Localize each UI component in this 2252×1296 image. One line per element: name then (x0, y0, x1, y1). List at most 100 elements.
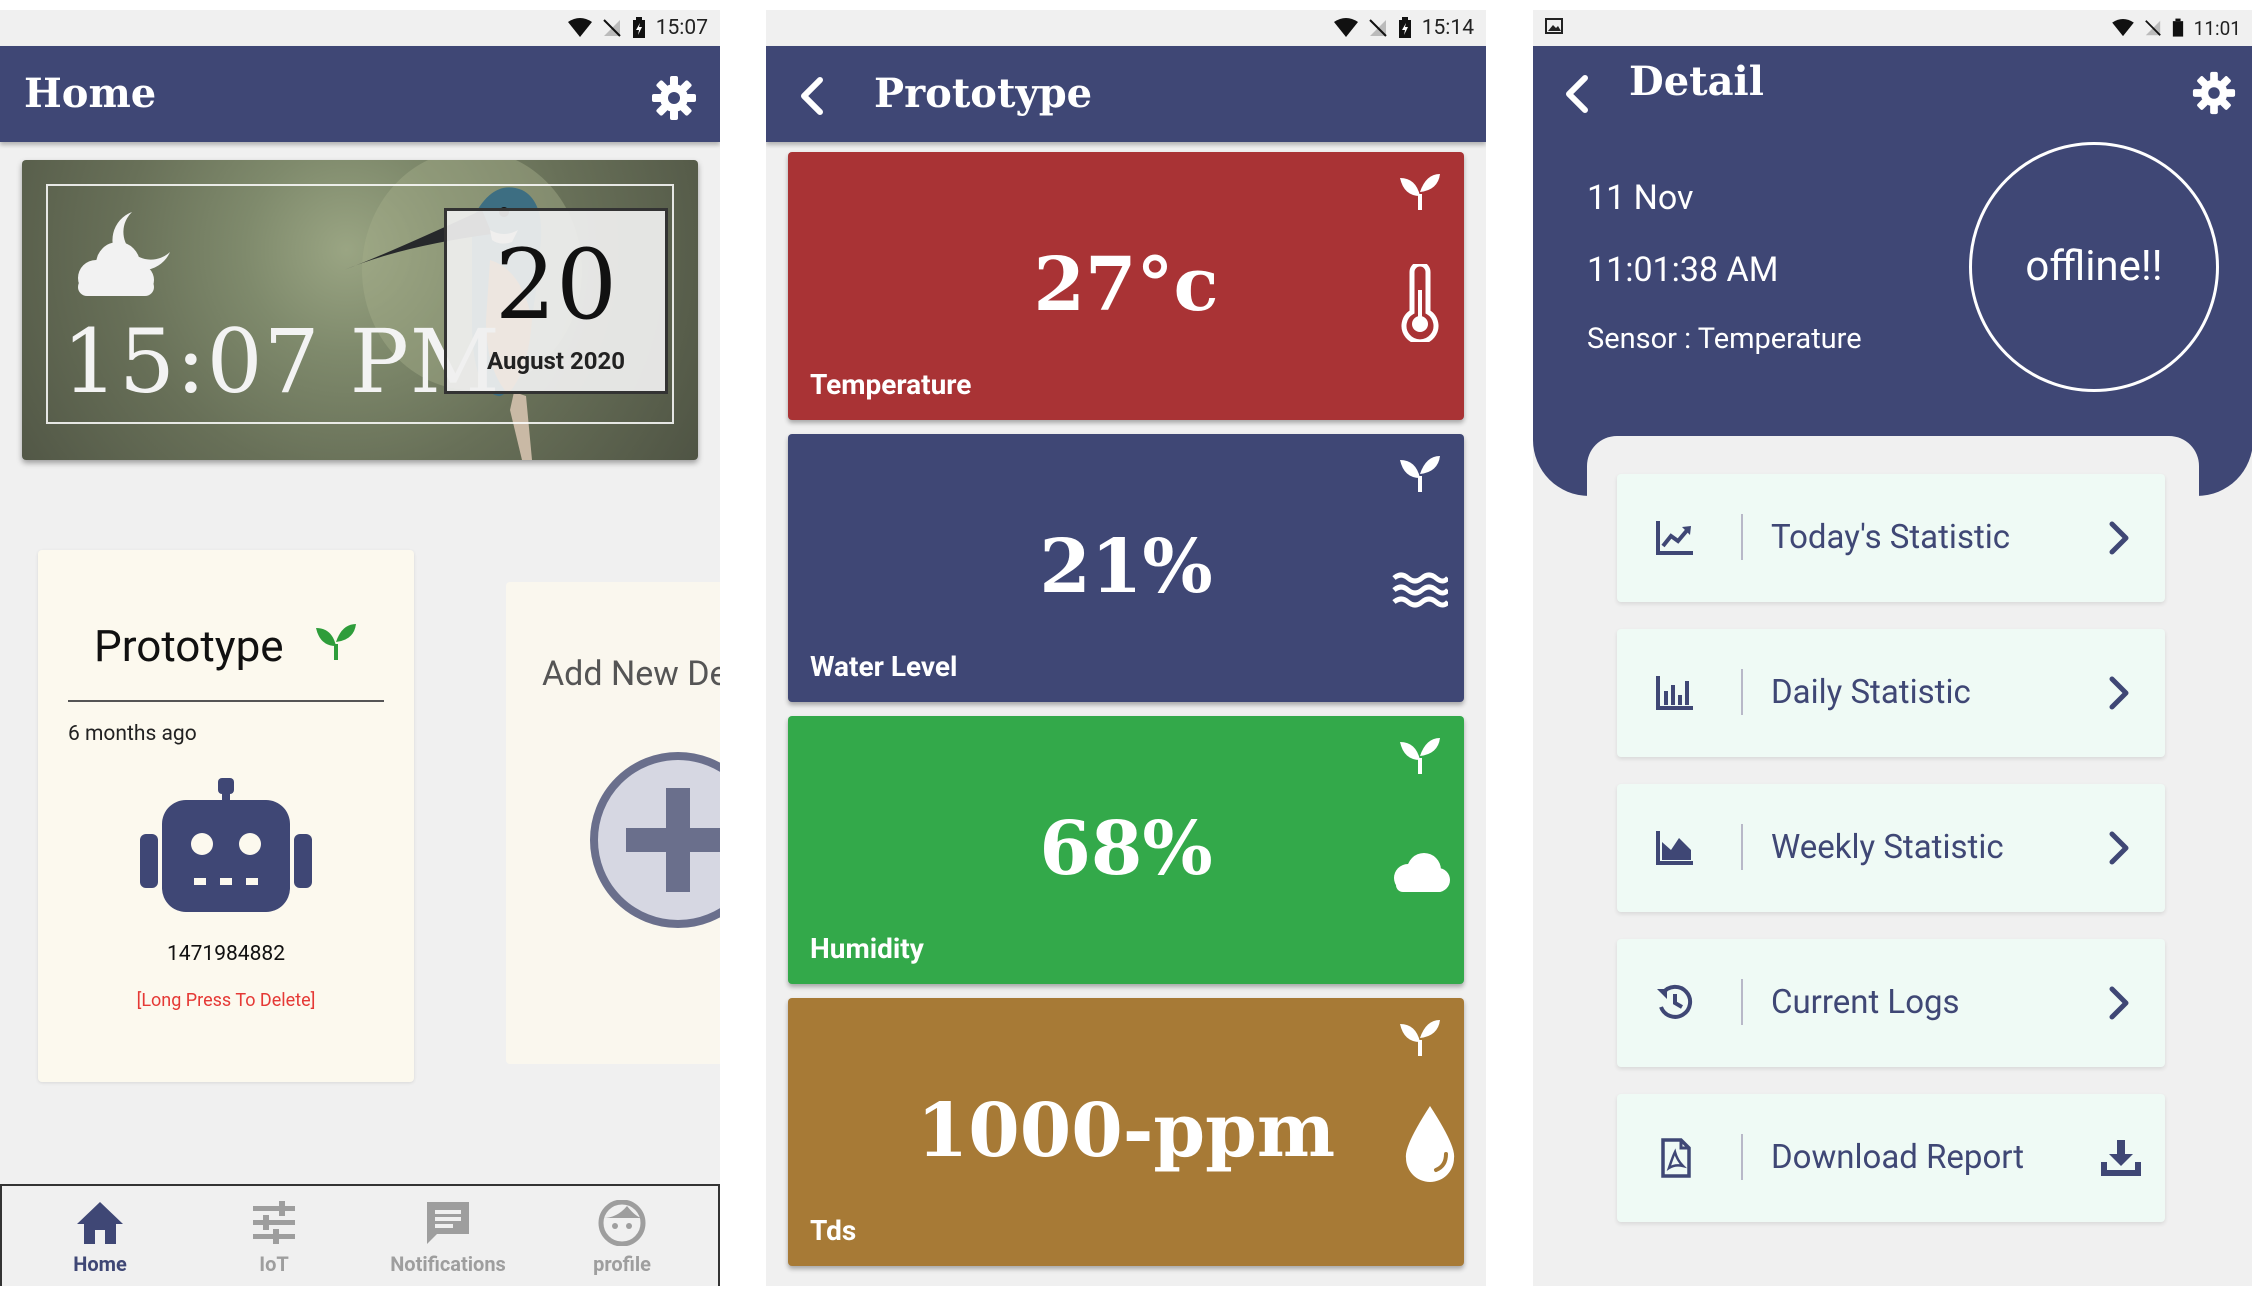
sprout-icon (1400, 1020, 1440, 1056)
clock-widget: 15:07 PM 20 August 2020 (22, 160, 698, 460)
menu-label: Daily Statistic (1771, 673, 1971, 712)
app-bar: Prototype (766, 46, 1486, 142)
status-bar: 15:07 (0, 10, 720, 46)
message-icon (427, 1202, 469, 1244)
menu-item-weekly-statistic[interactable]: Weekly Statistic (1617, 784, 2165, 912)
menu-label: Today's Statistic (1771, 518, 2011, 557)
cloud-moon-icon (78, 212, 170, 296)
status-time: 15:14 (1421, 16, 1474, 40)
sprout-icon (1400, 738, 1440, 774)
nav-notifications[interactable]: Notifications (358, 1186, 538, 1286)
nav-label-profile: profile (593, 1252, 651, 1276)
robot-icon (140, 778, 312, 912)
page-title: Detail (1629, 58, 1764, 105)
wifi-icon (2111, 19, 2134, 37)
sensor-label: Water Level (810, 650, 958, 683)
chevron-right-icon (2109, 986, 2129, 1020)
date-month-year: August 2020 (486, 347, 626, 375)
sliders-icon (253, 1201, 295, 1244)
bottom-navigation: Home IoT Notifications profile (0, 1184, 720, 1286)
plus-circle-icon[interactable] (588, 750, 720, 930)
battery-icon (2172, 18, 2183, 37)
sensor-value: 68% (1039, 806, 1213, 892)
waves-icon (1392, 572, 1448, 608)
prototype-screen: 15:14 Prototype 27°c Temperature 21% Wat… (766, 10, 1486, 1286)
wifi-icon (567, 18, 592, 37)
separator (1741, 824, 1743, 870)
status-time: 15:07 (655, 16, 708, 40)
detail-screen: 11:01 Detail 11 Nov 11:01:38 AM Sensor :… (1533, 10, 2252, 1286)
page-title: Prototype (874, 70, 1093, 117)
water-drop-icon (1405, 1106, 1455, 1182)
status-bar: 15:14 (766, 10, 1486, 46)
thermometer-icon (1401, 264, 1439, 342)
nav-label-home: Home (73, 1252, 127, 1276)
separator (1741, 669, 1743, 715)
back-arrow-icon[interactable] (1561, 74, 1591, 114)
date-box: 20 August 2020 (444, 208, 668, 394)
menu-item-current-logs[interactable]: Current Logs (1617, 939, 2165, 1067)
separator (1741, 514, 1743, 560)
temperature-card[interactable]: 27°c Temperature (788, 152, 1464, 420)
chevron-right-icon (2109, 676, 2129, 710)
device-card[interactable]: Prototype 6 months ago 1471984882 [Long … (38, 550, 414, 1082)
sensor-value: 1000-ppm (916, 1088, 1336, 1174)
add-device-label: Add New Device (542, 654, 720, 694)
download-icon (2101, 1140, 2141, 1176)
trend-chart-icon (1656, 521, 1693, 555)
menu-label: Current Logs (1771, 983, 1960, 1022)
detail-header: Detail 11 Nov 11:01:38 AM Sensor : Tempe… (1533, 46, 2252, 496)
add-device-card[interactable]: Add New Device (506, 582, 720, 1064)
detail-time: 11:01:38 AM (1587, 250, 1779, 290)
sensor-value: 27°c (1033, 242, 1219, 328)
divider (68, 700, 384, 702)
device-name: Prototype (94, 620, 284, 672)
sprout-icon (1400, 456, 1440, 492)
date-day: 20 (494, 229, 618, 341)
humidity-card[interactable]: 68% Humidity (788, 716, 1464, 984)
menu-label: Weekly Statistic (1771, 828, 2004, 867)
nav-profile[interactable]: profile (532, 1186, 712, 1286)
battery-charging-icon (1398, 17, 1411, 38)
cloud-icon (1394, 853, 1450, 892)
nav-label-notifications: Notifications (390, 1252, 506, 1276)
device-id: 1471984882 (166, 942, 286, 966)
sensor-label: Temperature (810, 368, 972, 401)
bar-chart-icon (1656, 676, 1693, 710)
nav-label-iot: IoT (259, 1252, 289, 1276)
tds-card[interactable]: 1000-ppm Tds (788, 998, 1464, 1266)
menu-item-daily-statistic[interactable]: Daily Statistic (1617, 629, 2165, 757)
no-signal-icon (2144, 20, 2161, 36)
home-screen: 15:07 Home 15:07 PM 20 August 2020 Proto… (0, 10, 720, 1286)
home-icon (77, 1202, 123, 1244)
back-arrow-icon[interactable] (796, 76, 826, 116)
sprout-icon (1400, 174, 1440, 210)
no-signal-icon (602, 19, 621, 37)
water-level-card[interactable]: 21% Water Level (788, 434, 1464, 702)
no-signal-icon (1368, 19, 1387, 37)
battery-charging-icon (632, 17, 645, 38)
menu-item-todays-statistic[interactable]: Today's Statistic (1617, 474, 2165, 602)
device-age: 6 months ago (68, 722, 197, 746)
gear-icon[interactable] (2191, 70, 2237, 116)
gear-icon[interactable] (650, 74, 698, 122)
menu-item-download-report[interactable]: Download Report (1617, 1094, 2165, 1222)
nav-iot[interactable]: IoT (184, 1186, 364, 1286)
wifi-icon (1333, 18, 1358, 37)
delete-hint: [Long Press To Delete] (136, 990, 316, 1011)
sprout-icon (316, 624, 356, 660)
image-notification-icon (1545, 18, 1563, 34)
pdf-icon (1661, 1138, 1691, 1178)
status-time: 11:01 (2193, 16, 2241, 40)
sensor-value: 21% (1039, 524, 1213, 610)
area-chart-icon (1656, 831, 1693, 865)
detail-sensor: Sensor : Temperature (1587, 322, 1862, 356)
history-icon (1657, 984, 1693, 1019)
connection-status: offline!! (1969, 142, 2219, 392)
app-bar: Home (0, 46, 720, 142)
chevron-right-icon (2109, 521, 2129, 555)
detail-date: 11 Nov (1587, 178, 1694, 218)
menu-label: Download Report (1771, 1138, 2025, 1177)
sensor-label: Humidity (810, 932, 924, 965)
nav-home[interactable]: Home (10, 1186, 190, 1286)
